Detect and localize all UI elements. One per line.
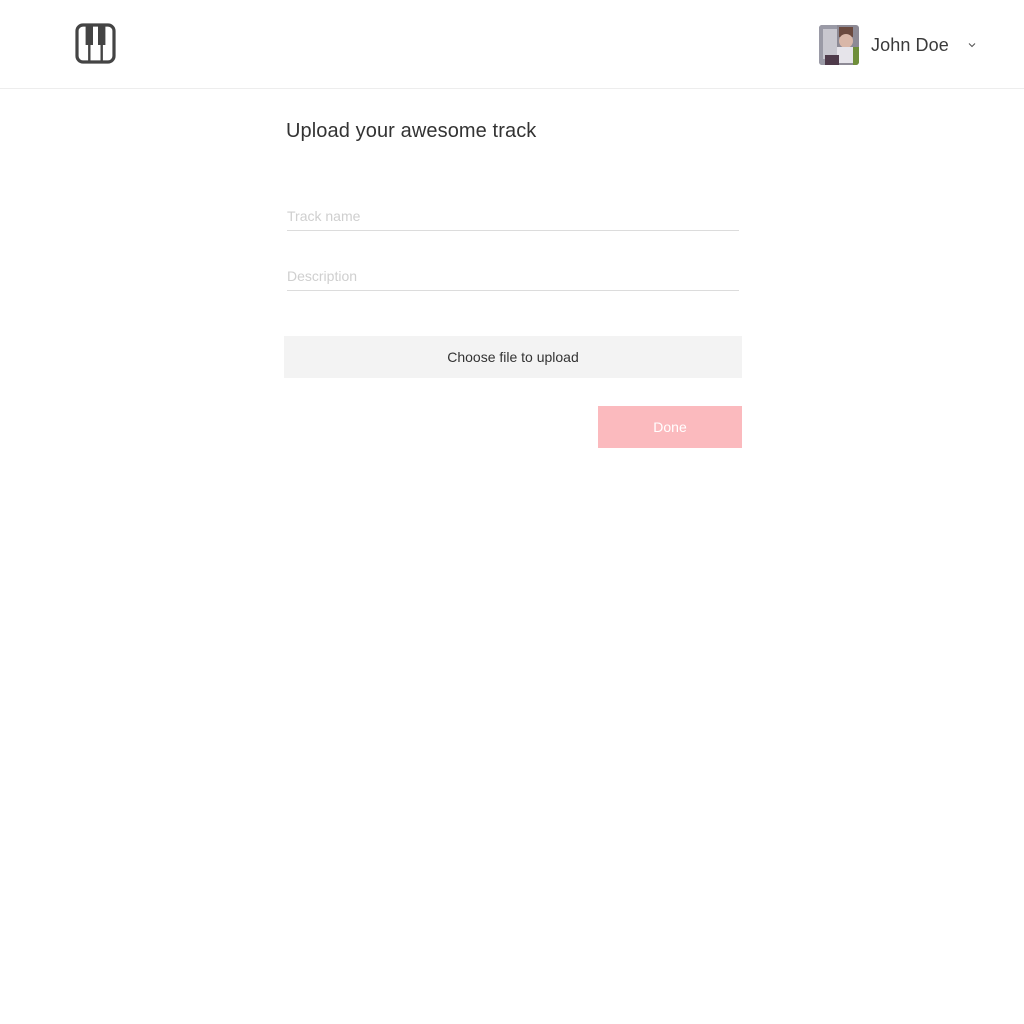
page-title: Upload your awesome track xyxy=(286,120,537,142)
choose-file-button[interactable]: Choose file to upload xyxy=(284,336,742,378)
piano-keys-icon[interactable] xyxy=(75,23,116,64)
user-menu[interactable]: John Doe xyxy=(819,25,977,65)
chevron-down-icon[interactable] xyxy=(967,40,977,50)
description-input[interactable] xyxy=(287,261,739,291)
avatar[interactable] xyxy=(819,25,859,65)
track-name-input[interactable] xyxy=(287,201,739,231)
top-bar: John Doe xyxy=(0,0,1024,89)
user-name[interactable]: John Doe xyxy=(871,35,949,56)
done-button[interactable]: Done xyxy=(598,406,742,448)
